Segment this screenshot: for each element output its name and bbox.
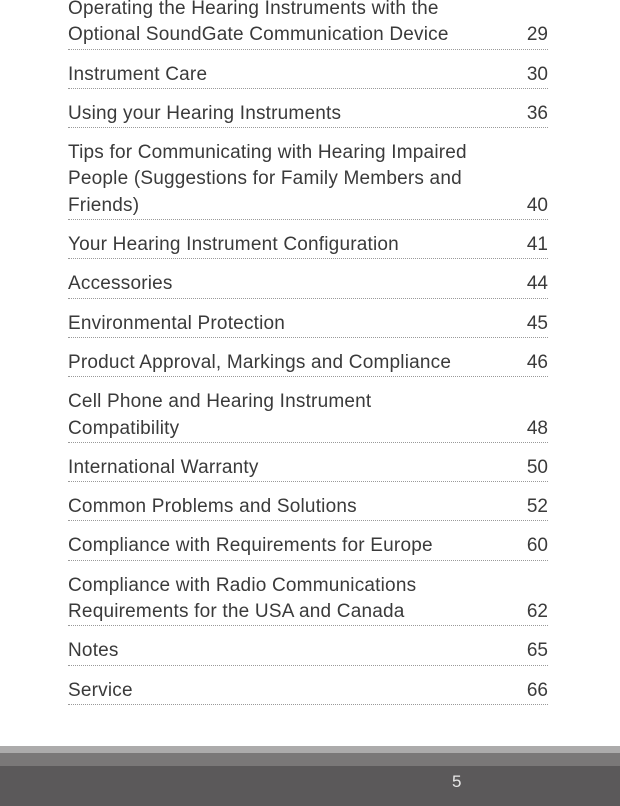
toc-entry-title: International Warranty [68, 456, 259, 478]
table-of-contents: Operating the Hearing Instruments with t… [68, 0, 548, 717]
toc-entry-page: 41 [526, 234, 548, 256]
toc-entry[interactable]: Your Hearing Instrument Configuration 41 [68, 232, 548, 260]
toc-entry-page: 60 [526, 535, 548, 557]
toc-entry-title: Accessories [68, 273, 173, 295]
toc-entry-page: 46 [526, 351, 548, 373]
page-number: 5 [452, 772, 462, 791]
toc-entry-title: Cell Phone and Hearing Instrument Compat… [68, 391, 372, 439]
footer-band-dark [0, 766, 620, 806]
toc-entry-page: 40 [526, 194, 548, 216]
toc-entry[interactable]: Service 66 [68, 678, 548, 705]
toc-entry-title: Common Problems and Solutions [68, 496, 357, 518]
toc-entry[interactable]: Notes 65 [68, 638, 548, 666]
toc-entry-title: Notes [68, 640, 119, 662]
toc-entry-page: 66 [526, 679, 548, 701]
toc-entry-title: Operating the Hearing Instruments with t… [68, 0, 449, 46]
toc-entry-page: 30 [526, 63, 548, 85]
toc-entry-page: 65 [526, 640, 548, 662]
toc-entry-page: 52 [526, 496, 548, 518]
toc-entry-page: 45 [526, 312, 548, 334]
toc-entry[interactable]: Compliance with Requirements for Europe 6… [68, 533, 548, 561]
toc-entry-title: Product Approval, Markings and Complianc… [68, 351, 452, 373]
toc-entry[interactable]: Cell Phone and Hearing Instrument Compat… [68, 389, 548, 443]
toc-entry-page: 36 [526, 102, 548, 124]
toc-entry[interactable]: Operating the Hearing Instruments with t… [68, 0, 548, 50]
toc-entry-title: Service [68, 679, 133, 701]
toc-entry[interactable]: Product Approval, Markings and Complianc… [68, 350, 548, 378]
toc-entry-page: 50 [526, 456, 548, 478]
toc-entry-title: Environmental Protection [68, 312, 286, 334]
toc-entry[interactable]: Instrument Care 30 [68, 62, 548, 89]
toc-entry-page: 62 [526, 601, 548, 623]
toc-entry-title: Using your Hearing Instruments [68, 102, 342, 124]
toc-entry[interactable]: International Warranty 50 [68, 455, 548, 483]
toc-entry[interactable]: Environmental Protection 45 [68, 311, 548, 338]
toc-entry[interactable]: Accessories 44 [68, 271, 548, 299]
footer-band-light [0, 746, 620, 753]
toc-entry-page: 44 [526, 273, 548, 295]
footer-band-mid [0, 753, 620, 766]
toc-entry[interactable]: Tips for Communicating with Hearing Impa… [68, 140, 548, 221]
toc-entry-page: 48 [526, 417, 548, 439]
toc-entry[interactable]: Using your Hearing Instruments 36 [68, 101, 548, 129]
page-footer: 5 [0, 746, 620, 806]
toc-entry[interactable]: Compliance with Radio Communications Req… [68, 573, 548, 627]
toc-entry-title: Your Hearing Instrument Configuration [68, 234, 399, 256]
toc-entry-title: Instrument Care [68, 63, 208, 85]
toc-entry[interactable]: Common Problems and Solutions 52 [68, 494, 548, 522]
toc-entry-title: Compliance with Requirements for Europe [68, 535, 433, 557]
toc-entry-title: Compliance with Radio Communications Req… [68, 574, 417, 623]
toc-entry-page: 29 [526, 24, 548, 46]
toc-entry-title: Tips for Communicating with Hearing Impa… [68, 142, 467, 216]
